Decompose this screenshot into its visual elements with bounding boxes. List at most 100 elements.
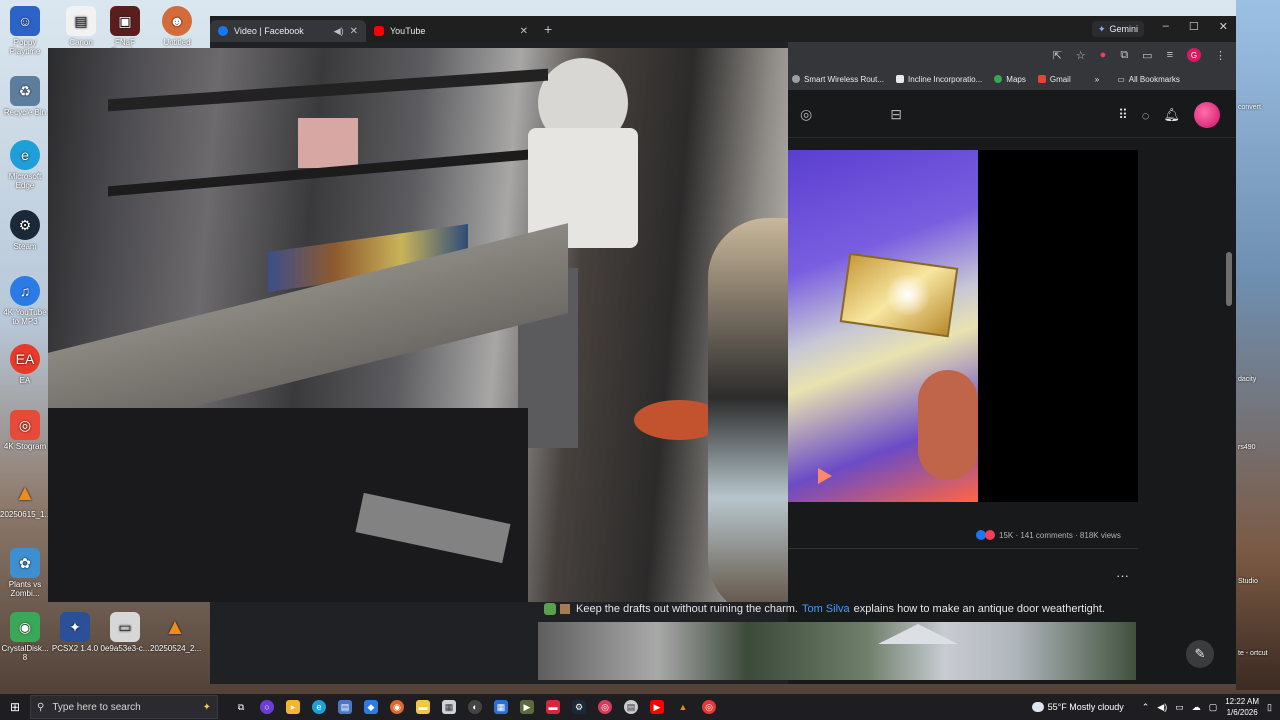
page-scrollbar[interactable] xyxy=(1226,252,1232,306)
pcsx2-icon: ✦ xyxy=(60,612,90,642)
new-tab-button[interactable]: + xyxy=(544,21,552,37)
maximize-button[interactable]: ☐ xyxy=(1189,20,1199,33)
onedrive-icon[interactable]: ☁ xyxy=(1192,702,1201,713)
action-center-icon[interactable]: ▯ xyxy=(1267,702,1272,713)
taskbar-search[interactable]: ⚲ Type here to search ✦ xyxy=(30,695,218,719)
network-icon[interactable]: ▭ xyxy=(1175,702,1184,713)
reel-video-player[interactable] xyxy=(788,150,1138,502)
app-icon[interactable]: ◆ xyxy=(364,700,378,714)
file-explorer-icon[interactable]: ▬ xyxy=(416,700,430,714)
minimize-button[interactable]: – xyxy=(1163,20,1169,33)
bookmark-incline[interactable]: Incline Incorporatio... xyxy=(896,75,982,84)
chrome-icon[interactable]: ◎ xyxy=(598,700,612,714)
bookmark-smart-wireless[interactable]: Smart Wireless Rout... xyxy=(792,75,884,84)
media-controls-icon[interactable]: ≡ xyxy=(1167,49,1173,61)
desktop-icon-ea[interactable]: EA EA xyxy=(0,344,50,385)
reaction-summary[interactable]: 15K · 141 comments · 818K views xyxy=(976,530,1121,540)
gaming-icon[interactable]: ⊟ xyxy=(890,106,902,123)
facebook-page: ◎ ⊟ ⠿ ◌ 🔔︎ 15K · 141 comments · 818K vie… xyxy=(788,90,1236,684)
desktop-label-shortcut[interactable]: te - ortcut xyxy=(1238,650,1278,657)
start-button[interactable]: ⊞ xyxy=(0,694,30,720)
bookmarks-overflow-button[interactable]: » xyxy=(1095,75,1099,84)
desktop-icons-left: ☺ Poppy Playtime ♻ Recycle Bin e Microso… xyxy=(0,0,51,690)
desktop-label-rs490[interactable]: rs490 xyxy=(1238,444,1256,451)
desktop-icon-canon[interactable]: ▤ Canon xyxy=(56,6,106,47)
volume-icon[interactable]: ◀) xyxy=(1157,702,1167,713)
bookmark-gmail[interactable]: Gmail xyxy=(1037,75,1071,84)
window-controls: – ☐ ✕ xyxy=(1163,20,1228,33)
install-app-icon[interactable]: ⇱ xyxy=(1053,49,1062,62)
desktop-label-audacity[interactable]: dacity xyxy=(1238,376,1256,383)
app-icon[interactable]: ▤ xyxy=(338,700,352,714)
sidebar-icon[interactable]: ▭ xyxy=(1142,49,1152,62)
desktop-icon-crystaldisk[interactable]: ◉ CrystalDisk... 8 xyxy=(0,612,50,662)
edge-icon[interactable]: e xyxy=(312,700,326,714)
menu-kebab-icon[interactable]: ⋮ xyxy=(1215,49,1226,62)
extension-icon[interactable]: ● xyxy=(1100,49,1107,61)
app-icon[interactable]: ▦ xyxy=(442,700,456,714)
close-window-button[interactable]: ✕ xyxy=(1219,20,1228,33)
messenger-icon[interactable]: ◌ xyxy=(1142,108,1150,123)
desktop-icon-video-file-2[interactable]: ▲ 20250524_2... xyxy=(150,612,201,653)
youtube-icon[interactable]: ▶ xyxy=(650,700,664,714)
vlc-icon: ▲ xyxy=(14,480,36,505)
untitled-icon: ☻ xyxy=(162,6,192,36)
audio-playing-icon[interactable]: ◀) xyxy=(334,26,344,37)
app-icon[interactable]: ◉ xyxy=(390,700,404,714)
app-icon[interactable]: ◐ xyxy=(468,700,482,714)
menu-grid-icon[interactable]: ⠿ xyxy=(1118,107,1128,123)
desktop-icon-pcsx2[interactable]: ✦ PCSX2 1.4.0 xyxy=(50,612,100,653)
close-tab-icon[interactable]: ✕ xyxy=(350,26,358,37)
youtube-mp3-icon: ♫ xyxy=(10,276,40,306)
bookmark-star-icon[interactable]: ☆ xyxy=(1076,49,1086,62)
more-options-button[interactable]: ··· xyxy=(1116,568,1129,583)
hidden-icons-chevron-icon[interactable]: ⌃ xyxy=(1142,702,1150,713)
desktop-icon-untitled[interactable]: ☻ Untitled xyxy=(152,6,202,47)
tab-youtube[interactable]: YouTube ✕ xyxy=(366,20,536,42)
tab-facebook-video[interactable]: Video | Facebook ◀) ✕ xyxy=(210,20,366,42)
clock[interactable]: 12:22 AM 1/6/2026 xyxy=(1225,696,1259,718)
camera-video-overlay[interactable] xyxy=(48,48,788,602)
all-bookmarks-button[interactable]: ▭ All Bookmarks xyxy=(1117,75,1180,84)
desktop-icon-steam[interactable]: ⚙ Steam xyxy=(0,210,50,251)
avatar[interactable] xyxy=(1194,102,1220,128)
steam-icon[interactable]: ⚙ xyxy=(572,700,586,714)
cortana-icon[interactable]: ○ xyxy=(260,700,274,714)
weather-widget[interactable]: 55°F Mostly cloudy xyxy=(1031,702,1124,712)
gemini-button[interactable]: ✦ Gemini xyxy=(1091,21,1144,37)
tab-bar: Video | Facebook ◀) ✕ YouTube ✕ + ✦ Gemi… xyxy=(210,16,1236,42)
notifications-icon[interactable]: ▢ xyxy=(1209,702,1218,713)
desktop-icon-recycle-bin[interactable]: ♻ Recycle Bin xyxy=(0,76,50,117)
notifications-bell-icon[interactable]: 🔔︎ xyxy=(1163,107,1180,123)
chrome-icon[interactable]: ◎ xyxy=(702,700,716,714)
app-icon[interactable]: ▬ xyxy=(546,700,560,714)
desktop-label-convert[interactable]: convert xyxy=(1238,104,1261,111)
edge-icon: e xyxy=(10,140,40,170)
task-view-icon[interactable]: ⧉ xyxy=(234,700,248,714)
desktop-icon-4k-youtube-mp3[interactable]: ♫ 4K YouTube to MP3 xyxy=(0,276,50,326)
gemini-sparkle-icon: ✦ xyxy=(1097,23,1106,34)
file-icon: ▭ xyxy=(110,612,140,642)
calculator-icon[interactable]: ▦ xyxy=(494,700,508,714)
extensions-puzzle-icon[interactable]: ⧉ xyxy=(1120,49,1128,62)
vlc-icon[interactable]: ▲ xyxy=(676,700,690,714)
system-tray: 55°F Mostly cloudy ⌃ ◀) ▭ ☁ ▢ 12:22 AM 1… xyxy=(1031,694,1272,720)
desktop-label-studio[interactable]: Studio xyxy=(1238,578,1258,585)
desktop-icon-video-file[interactable]: ▲ 20250615_1... xyxy=(0,478,51,519)
author-link[interactable]: Tom Silva xyxy=(802,603,850,615)
desktop-icon-poppy-playtime[interactable]: ☺ Poppy Playtime xyxy=(0,6,50,56)
app-icon[interactable]: ▤ xyxy=(624,700,638,714)
desktop-icon-edge[interactable]: e Microsoft Edge xyxy=(0,140,50,190)
desktop-icon-4k-stogram[interactable]: ◎ 4K Stogram xyxy=(0,410,50,451)
groups-icon[interactable]: ◎ xyxy=(800,106,812,123)
post-image[interactable] xyxy=(538,622,1136,680)
app-icon[interactable]: ▶ xyxy=(520,700,534,714)
app-icon[interactable]: ▸ xyxy=(286,700,300,714)
bookmark-maps[interactable]: Maps xyxy=(994,75,1026,84)
profile-avatar[interactable]: G xyxy=(1187,48,1201,62)
desktop-icon-file[interactable]: ▭ 0e9a53e3-c... xyxy=(100,612,150,653)
taskbar: ⊞ ⚲ Type here to search ✦ ⧉ ○ ▸ e ▤ ◆ ◉ … xyxy=(0,694,1280,720)
close-tab-icon[interactable]: ✕ xyxy=(520,26,528,37)
desktop-icon-plants-vs-zombies[interactable]: ✿ Plants vs Zombi... xyxy=(0,548,50,598)
compose-button[interactable]: ✎ xyxy=(1186,640,1214,668)
